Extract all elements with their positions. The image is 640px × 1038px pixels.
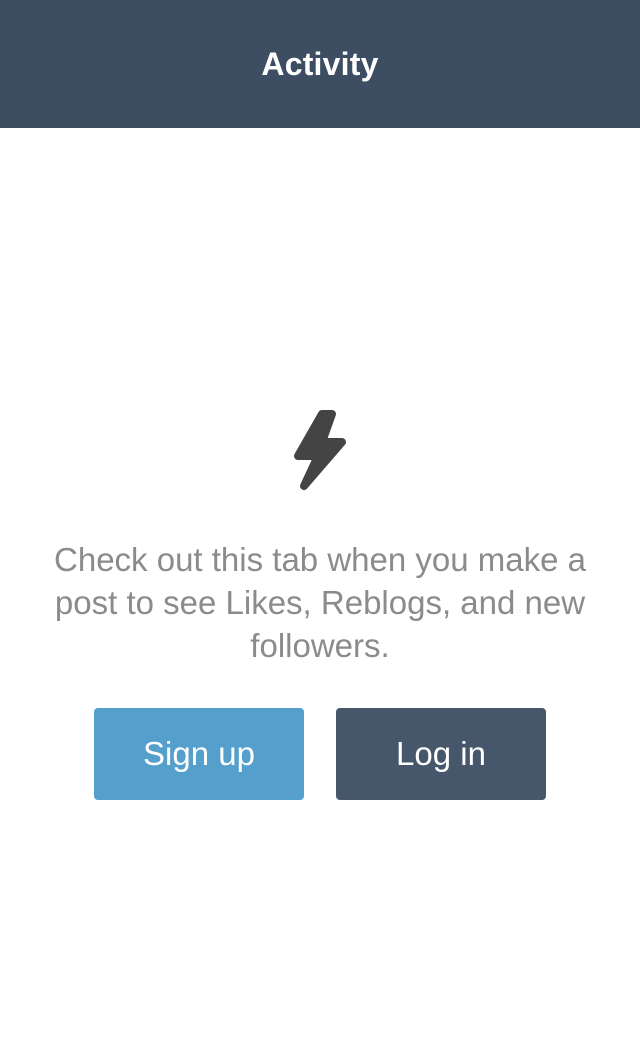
header-bar: Activity xyxy=(0,0,640,128)
lightning-bolt-icon xyxy=(294,410,346,490)
empty-state-message: Check out this tab when you make a post … xyxy=(54,541,586,664)
sign-up-button[interactable]: Sign up xyxy=(94,708,304,800)
page-title: Activity xyxy=(261,45,379,82)
log-in-button[interactable]: Log in xyxy=(336,708,546,800)
